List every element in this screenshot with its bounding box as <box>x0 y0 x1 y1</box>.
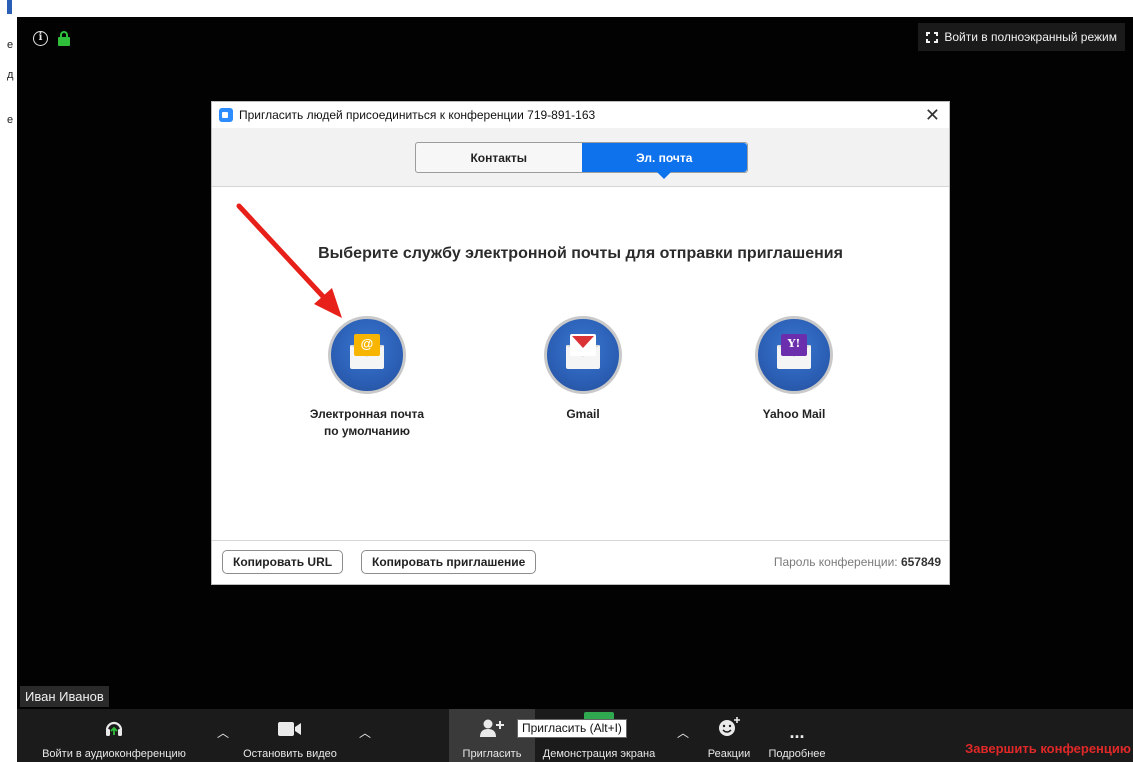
reactions-button[interactable]: Реакции <box>701 709 757 762</box>
default-mail-label: Электронная почта по умолчанию <box>309 407 425 438</box>
meeting-status-icons: i <box>33 31 70 46</box>
dialog-title: Пригласить людей присоединиться к конфер… <box>239 108 596 122</box>
tab-email[interactable]: Эл. почта <box>581 143 747 179</box>
meeting-toolbar: Войти в аудиоконференцию ︿ Остановить ви… <box>17 709 1133 762</box>
join-audio-label: Войти в аудиоконференцию <box>42 748 186 760</box>
copy-invitation-button[interactable]: Копировать приглашение <box>361 550 537 574</box>
dialog-footer: Копировать URL Копировать приглашение Па… <box>212 540 949 584</box>
headphones-icon <box>104 718 124 742</box>
dialog-title-bar: Пригласить людей присоединиться к конфер… <box>212 102 949 128</box>
meeting-password: Пароль конференции: 657849 <box>774 555 941 569</box>
share-screen-label: Демонстрация экрана <box>542 748 656 760</box>
invite-dialog: Пригласить людей присоединиться к конфер… <box>211 101 950 585</box>
more-button[interactable]: ... Подробнее <box>757 709 837 762</box>
smiley-plus-icon <box>717 716 741 742</box>
more-label: Подробнее <box>768 748 826 760</box>
add-person-icon <box>479 718 505 742</box>
zoom-logo-icon <box>219 108 233 122</box>
camera-icon <box>277 720 303 742</box>
yahoo-mail-option[interactable]: Y! Yahoo Mail <box>719 316 869 423</box>
yahoo-mail-icon: Y! <box>755 316 833 394</box>
join-audio-button[interactable]: Войти в аудиоконференцию <box>19 709 209 762</box>
tab-switcher: Контакты Эл. почта <box>415 142 748 179</box>
reactions-label: Реакции <box>707 748 751 760</box>
gmail-label: Gmail <box>566 407 600 421</box>
video-options-chevron-icon[interactable]: ︿ <box>359 724 371 741</box>
more-dots-icon: ... <box>789 722 805 742</box>
close-icon[interactable]: ✕ <box>925 104 940 126</box>
audio-options-chevron-icon[interactable]: ︿ <box>217 724 229 741</box>
background-text-fragment: e <box>7 114 14 126</box>
background-window-tab <box>7 0 12 14</box>
lock-icon[interactable] <box>58 31 70 46</box>
tab-contacts[interactable]: Контакты <box>416 143 582 172</box>
background-app-strip: e д e <box>0 0 17 762</box>
fullscreen-button[interactable]: Войти в полноэкранный режим <box>918 23 1125 51</box>
participant-name-tag: Иван Иванов <box>20 686 109 707</box>
gmail-option[interactable]: Gmail <box>508 316 658 423</box>
dialog-tab-strip: Контакты Эл. почта <box>212 128 949 187</box>
stop-video-button[interactable]: Остановить видео <box>235 709 345 762</box>
background-text-fragment: д <box>7 69 14 81</box>
password-value: 657849 <box>900 555 941 569</box>
fullscreen-label: Войти в полноэкранный режим <box>944 30 1117 44</box>
background-text-fragment: e <box>7 39 14 51</box>
share-options-chevron-icon[interactable]: ︿ <box>677 724 689 741</box>
copy-url-button[interactable]: Копировать URL <box>222 550 344 574</box>
invite-label: Пригласить <box>462 748 522 760</box>
info-icon[interactable]: i <box>33 31 48 46</box>
gmail-icon <box>544 316 622 394</box>
annotation-arrow-icon <box>236 203 342 318</box>
invite-tooltip: Пригласить (Alt+I) <box>517 719 627 738</box>
fullscreen-icon <box>926 31 939 43</box>
password-label: Пароль конференции: <box>773 555 898 569</box>
default-mail-option[interactable]: @ Электронная почта по умолчанию <box>292 316 442 440</box>
stop-video-label: Остановить видео <box>243 748 337 760</box>
yahoo-mail-label: Yahoo Mail <box>762 407 826 421</box>
end-meeting-button[interactable]: Завершить конференцию <box>965 741 1131 756</box>
